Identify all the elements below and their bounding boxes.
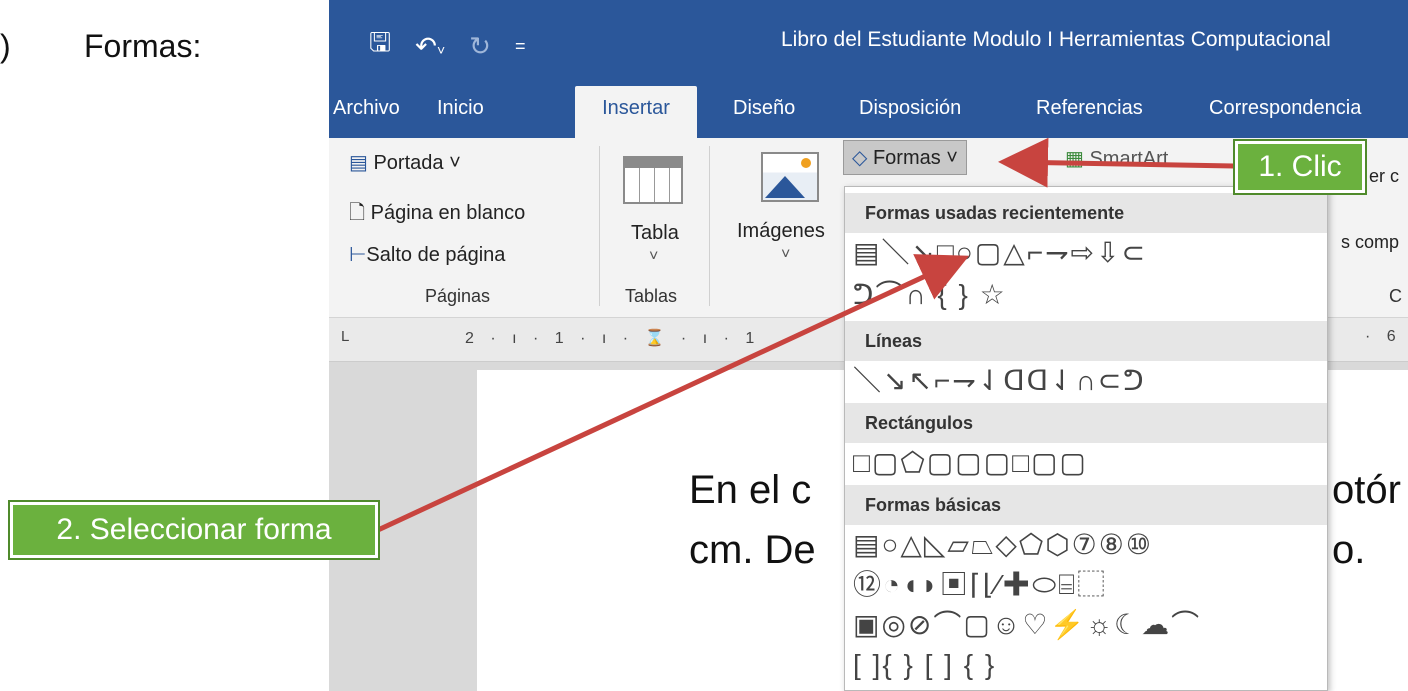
ribbon-cut-text: s comp	[1341, 232, 1400, 252]
page-text-line1-left: En el c	[689, 468, 812, 512]
quick-access-toolbar: 🖫 ↶˅ ↻ =	[369, 24, 525, 68]
ruler-numbers: 2 · ı · 1 · ı · ⌛ · ı · 1	[465, 330, 761, 347]
redo-icon[interactable]: ↻	[469, 31, 491, 62]
portada-icon: ▤	[349, 152, 368, 174]
window-title: Libro del Estudiante Modulo I Herramient…	[781, 28, 1331, 51]
group-tablas-label: Tablas	[625, 286, 678, 306]
shapes-gallery-dropdown: Formas usadas recientemente ▤＼↘□○▢△⌐⇁⇨⇩⊂…	[844, 186, 1328, 691]
recent-shapes-row[interactable]: ᕤ⌒∩ { } ☆	[853, 277, 1007, 313]
basic-shapes-row[interactable]: [ ]{ } [ ] { }	[853, 647, 996, 683]
tab-inicio[interactable]: Inicio	[437, 86, 484, 138]
formas-button[interactable]: ◇ Formas ˅	[843, 140, 967, 175]
smartart-icon: ▦	[1065, 148, 1084, 170]
group-separator	[709, 146, 710, 306]
section-recent-shapes: Formas usadas recientemente	[845, 193, 1327, 233]
imagenes-dropdown-arrow[interactable]: ˅	[781, 246, 790, 264]
tab-correspondencia[interactable]: Correspondencia	[1209, 86, 1361, 138]
doc-heading-text: Formas:	[84, 28, 202, 64]
word-screenshot: 🖫 ↶˅ ↻ = Libro del Estudiante Modulo I H…	[329, 0, 1408, 691]
basic-shapes-row[interactable]: ▤○△◺▱⏢◇⬠⬡⑦⑧⑩	[853, 527, 1153, 563]
section-basic-shapes: Formas básicas	[845, 485, 1327, 525]
blank-page-icon: 🗋	[349, 202, 366, 224]
salto-de-pagina-button[interactable]: ⊢Salto de página	[349, 242, 505, 267]
tabla-dropdown-arrow[interactable]: ˅	[649, 248, 658, 266]
ribbon-tabs: Archivo Inicio Insertar Diseño Disposici…	[329, 86, 1408, 138]
doc-heading-paren: )	[0, 28, 11, 64]
tab-referencias[interactable]: Referencias	[1036, 86, 1143, 138]
recent-shapes-row[interactable]: ▤＼↘□○▢△⌐⇁⇨⇩⊂	[853, 235, 1147, 271]
ruler-right-number: · 6	[1365, 328, 1402, 345]
images-icon	[761, 152, 819, 202]
section-rectangles: Rectángulos	[845, 403, 1327, 443]
rectangles-row[interactable]: □▢⬠▢▢▢□▢▢	[853, 445, 1088, 481]
basic-shapes-row[interactable]: ⑫◔◖◗▣⌈⌊⁄✚⬭⌸⬚	[853, 567, 1107, 603]
group-separator	[599, 146, 600, 306]
basic-shapes-row[interactable]: ▣◎⊘⌒▢☺♡⚡☼☾☁⌒	[853, 607, 1201, 643]
shapes-icon: ◇	[852, 147, 868, 169]
section-lines: Líneas	[845, 321, 1327, 361]
tab-diseno[interactable]: Diseño	[733, 86, 795, 138]
page-text-line2-right: o.	[1332, 528, 1366, 572]
tab-disposicion[interactable]: Disposición	[859, 86, 961, 138]
ribbon-cut-text: er c	[1369, 166, 1400, 186]
pagina-en-blanco-button[interactable]: 🗋 Página en blanco	[349, 198, 525, 232]
portada-button[interactable]: ▤ Portada ˅	[349, 150, 461, 175]
tab-stop-selector[interactable]: L	[341, 328, 359, 346]
tab-archivo[interactable]: Archivo	[329, 86, 409, 138]
tabla-button[interactable]: Tabla	[631, 222, 679, 245]
ribbon-cut-group-label: C	[1389, 286, 1402, 306]
callout-step1: 1. Clic	[1233, 139, 1367, 195]
page-text-line1-right: otór	[1332, 468, 1401, 512]
imagenes-button[interactable]: Imágenes	[737, 220, 825, 243]
undo-icon[interactable]: ↶˅	[415, 31, 445, 62]
smartart-button[interactable]: ▦ SmartArt	[1065, 146, 1168, 171]
customize-qat-icon[interactable]: =	[515, 36, 526, 57]
page-break-icon: ⊢	[349, 244, 367, 266]
save-icon[interactable]: 🖫	[369, 24, 391, 68]
table-icon	[623, 156, 683, 204]
callout-step2: 2. Seleccionar forma	[8, 500, 380, 560]
title-bar: 🖫 ↶˅ ↻ = Libro del Estudiante Modulo I H…	[329, 0, 1408, 86]
group-paginas-label: Páginas	[425, 286, 491, 306]
lines-row[interactable]: ＼↘↖⌐⇁⇃ꓷꓷ⇃∩⊂ᕤ	[853, 363, 1146, 399]
page-text-line2-left: cm. De	[689, 528, 816, 572]
tab-insertar[interactable]: Insertar	[575, 86, 697, 138]
